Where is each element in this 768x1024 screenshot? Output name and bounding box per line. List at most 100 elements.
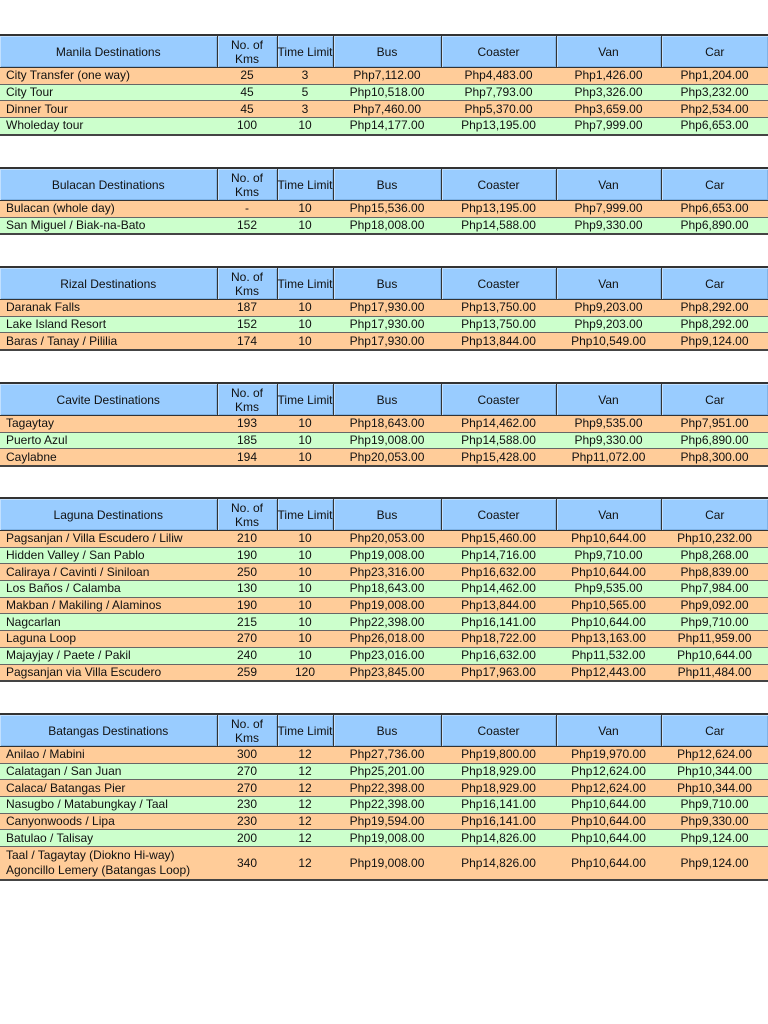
table-row: Dinner Tour 45 3 Php7,460.00 Php5,370.00 Php3… (0, 100, 768, 118)
bus-cell: Php20,053.00 (333, 448, 441, 467)
header-row: Cavite Destinations No. of Kms Time Limit B… (0, 383, 768, 416)
kms-cell: 193 (217, 415, 277, 433)
destination-cell: Majayjay / Paete / Pakil (0, 646, 217, 664)
van-cell: Php3,659.00 (556, 100, 661, 118)
destination-cell: Laguna Loop (0, 630, 217, 648)
car-cell: Php9,124.00 (661, 846, 768, 881)
car-cell: Php8,300.00 (661, 448, 768, 467)
van-header: Van (555, 383, 661, 416)
table-row: Pagsanjan / Villa Escudero / Liliw 210 10 P… (0, 530, 768, 548)
header-row: Manila Destinations No. of Kms Time Limit B… (0, 35, 768, 68)
bus-cell: Php17,930.00 (333, 299, 441, 317)
kms-header: No. of Kms (216, 168, 277, 201)
time-limit-cell: 10 (277, 530, 333, 548)
time-limit-header: Time Limit (276, 383, 333, 416)
time-limit-cell: 10 (277, 415, 333, 433)
destination-cell: Makban / Makiling / Alaminos (0, 596, 217, 614)
bus-cell: Php19,008.00 (333, 546, 441, 564)
bus-cell: Php18,643.00 (333, 580, 441, 598)
bus-header: Bus (332, 383, 441, 416)
bus-header: Bus (332, 168, 441, 201)
kms-cell: 25 (217, 67, 277, 85)
destination-cell: Hidden Valley / San Pablo (0, 546, 217, 564)
bus-cell: Php18,643.00 (333, 415, 441, 433)
van-cell: Php13,163.00 (556, 630, 661, 648)
kms-header: No. of Kms (216, 714, 277, 747)
bus-cell: Php23,845.00 (333, 663, 441, 682)
coaster-cell: Php16,141.00 (441, 796, 556, 814)
table-row: Puerto Azul 185 10 Php19,008.00 Php14,588.00… (0, 431, 768, 449)
van-cell: Php9,535.00 (556, 580, 661, 598)
car-cell: Php6,653.00 (661, 117, 768, 135)
time-limit-cell: 12 (277, 812, 333, 830)
coaster-cell: Php14,716.00 (441, 546, 556, 564)
coaster-cell: Php14,588.00 (441, 431, 556, 449)
table-row: Laguna Loop 270 10 Php26,018.00 Php18,722.00… (0, 630, 768, 648)
coaster-cell: Php13,844.00 (441, 332, 556, 351)
cavite-destinations-table: Cavite Destinations No. of Kms Time Limit B… (0, 382, 768, 468)
table-row: Hidden Valley / San Pablo 190 10 Php19,008.… (0, 546, 768, 564)
table-row: Caylabne 194 10 Php20,053.00 Php15,428.00 Php… (0, 448, 768, 467)
table-row: City Transfer (one way) 25 3 Php7,112.00 Php… (0, 67, 768, 85)
coaster-cell: Php5,370.00 (441, 100, 556, 118)
kms-cell: 130 (217, 580, 277, 598)
van-cell: Php11,532.00 (556, 646, 661, 664)
table-row: Wholeday tour 100 10 Php14,177.00 Php13,195.… (0, 117, 768, 135)
table-row: City Tour 45 5 Php10,518.00 Php7,793.00 Php3,… (0, 83, 768, 101)
van-cell: Php3,326.00 (556, 83, 661, 101)
table-row: Daranak Falls 187 10 Php17,930.00 Php13,750.… (0, 299, 768, 317)
table-row: Bulacan (whole day) -10 Php15,536.00 Php13,… (0, 200, 768, 218)
coaster-cell: Php15,460.00 (441, 530, 556, 548)
coaster-cell: Php13,750.00 (441, 299, 556, 317)
destination-cell: Daranak Falls (0, 299, 217, 317)
destination-cell: Lake Island Resort (0, 315, 217, 333)
bus-cell: Php22,398.00 (333, 613, 441, 631)
car-cell: Php10,344.00 (661, 762, 768, 780)
coaster-cell: Php18,722.00 (441, 630, 556, 648)
time-limit-cell: 10 (277, 546, 333, 564)
van-cell: Php10,565.00 (556, 596, 661, 614)
destination-header: Manila Destinations (0, 35, 217, 68)
kms-cell: 174 (217, 332, 277, 351)
bus-cell: Php7,460.00 (333, 100, 441, 118)
car-cell: Php3,232.00 (661, 83, 768, 101)
table-row: Pagsanjan via Villa Escudero 259 120 Php23,… (0, 663, 768, 682)
kms-header: No. of Kms (216, 498, 277, 531)
van-cell: Php12,443.00 (556, 663, 661, 682)
destination-cell: Puerto Azul (0, 431, 217, 449)
time-limit-cell: 10 (277, 563, 333, 581)
destination-cell: Canyonwoods / Lipa (0, 812, 217, 830)
bus-cell: Php26,018.00 (333, 630, 441, 648)
time-limit-cell: 12 (277, 829, 333, 847)
laguna-destinations-table: Laguna Destinations No. of Kms Time Limit B… (0, 497, 768, 683)
coaster-cell: Php13,750.00 (441, 315, 556, 333)
car-cell: Php10,644.00 (661, 646, 768, 664)
car-cell: Php12,624.00 (661, 746, 768, 764)
car-header: Car (660, 168, 768, 201)
bus-cell: Php19,008.00 (333, 431, 441, 449)
bus-cell: Php23,016.00 (333, 646, 441, 664)
bulacan-destinations-table: Bulacan Destinations No. of Kms Time Limit… (0, 167, 768, 236)
van-cell: Php10,644.00 (556, 846, 661, 881)
destination-header: Cavite Destinations (0, 383, 217, 416)
table-row: Nasugbo / Matabungkay / Taal 230 12 Php22,3… (0, 796, 768, 814)
kms-cell: 210 (217, 530, 277, 548)
kms-cell: 215 (217, 613, 277, 631)
coaster-header: Coaster (440, 35, 556, 68)
bus-cell: Php15,536.00 (333, 200, 441, 218)
coaster-header: Coaster (440, 168, 556, 201)
destination-cell: Calatagan / San Juan (0, 762, 217, 780)
van-cell: Php7,999.00 (556, 117, 661, 135)
car-cell: Php7,951.00 (661, 415, 768, 433)
kms-header: No. of Kms (216, 383, 277, 416)
destination-cell: Baras / Tanay / Pililia (0, 332, 217, 351)
coaster-cell: Php14,826.00 (441, 829, 556, 847)
van-cell: Php9,203.00 (556, 299, 661, 317)
table-row: Caliraya / Cavinti / Siniloan 250 10 Php23,… (0, 563, 768, 581)
destination-cell: City Transfer (one way) (0, 67, 217, 85)
van-cell: Php9,535.00 (556, 415, 661, 433)
car-cell: Php9,710.00 (661, 796, 768, 814)
coaster-cell: Php14,462.00 (441, 415, 556, 433)
time-limit-cell: 10 (277, 332, 333, 351)
destination-cell: Dinner Tour (0, 100, 217, 118)
